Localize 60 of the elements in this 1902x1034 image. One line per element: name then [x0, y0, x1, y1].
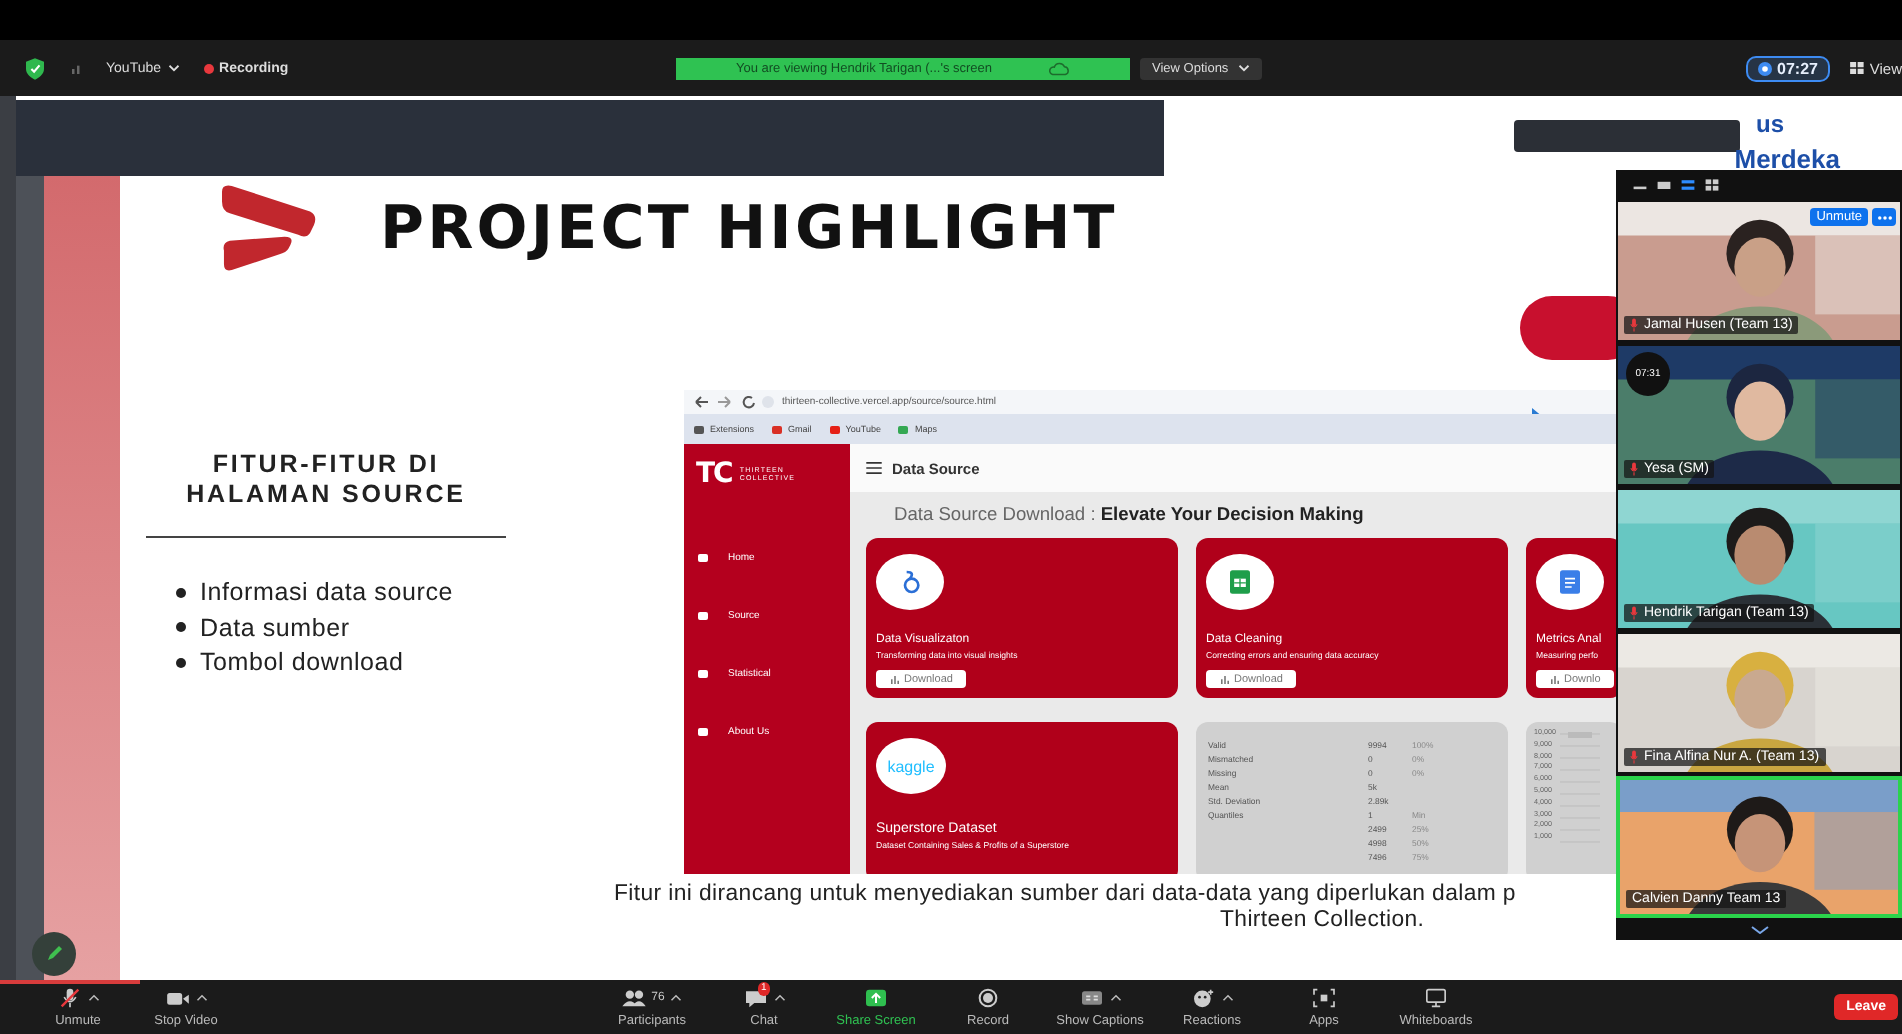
recording-icon	[203, 63, 214, 73]
bookmark-icon	[898, 425, 909, 433]
caret-icon	[1238, 64, 1251, 72]
download-icon	[890, 675, 900, 683]
caret-icon[interactable]	[1221, 994, 1233, 1002]
brand-logo: TC	[696, 458, 732, 490]
bullet-text: Tombol download	[200, 648, 404, 677]
chevron-down-icon[interactable]	[1749, 926, 1769, 934]
nav-icon	[698, 553, 708, 561]
bookmark-icon	[694, 425, 704, 433]
browser-nav-icon	[694, 394, 774, 410]
bullet-icon	[176, 622, 186, 633]
whiteboard-icon	[1424, 988, 1448, 1008]
page-heading: Data Source Download : Elevate Your Decision Making	[894, 504, 1366, 528]
kaggle-logo: kaggle	[887, 757, 935, 775]
nav-icon	[698, 669, 708, 677]
grid-layout-icon[interactable]	[1704, 178, 1720, 192]
more-button[interactable]	[1872, 208, 1896, 226]
apps-icon	[1312, 988, 1336, 1008]
caret-icon[interactable]	[773, 994, 785, 1002]
nav-icon	[698, 727, 708, 735]
bullet-icon	[176, 587, 186, 598]
chart-icon	[900, 570, 920, 594]
bullet-icon	[176, 657, 186, 668]
logo-text: Merdeka	[1734, 146, 1840, 174]
document-icon	[1560, 570, 1580, 594]
logo-text: us	[1755, 112, 1784, 136]
spreadsheet-icon	[1230, 570, 1250, 594]
captions-icon	[1079, 988, 1103, 1008]
bullet-text: Data sumber	[200, 613, 350, 642]
caret-icon	[167, 64, 180, 72]
bookmark-icon	[829, 425, 840, 433]
slide-caption: Fitur ini dirancang untuk menyediakan sumber dari data-data yang diperlukan dalam p	[614, 882, 1516, 908]
caret-icon[interactable]	[670, 994, 683, 1002]
bullet-text: Informasi data source	[200, 578, 453, 607]
download-icon	[1220, 675, 1230, 683]
slide-title: PROJECT HIGHLIGHT	[380, 193, 1118, 263]
pencil-icon	[44, 944, 64, 964]
people-icon	[621, 988, 646, 1008]
caret-icon[interactable]	[195, 994, 207, 1002]
strip-layout-icon[interactable]	[1680, 178, 1696, 192]
share-screen-icon	[864, 988, 888, 1008]
signal-icon	[72, 63, 82, 73]
record-icon	[976, 988, 1000, 1008]
caret-icon[interactable]	[1109, 994, 1121, 1002]
grid-icon	[1850, 62, 1864, 74]
cloud-icon	[1048, 61, 1071, 75]
timer-text: 07:27	[1777, 59, 1818, 77]
chat-icon	[743, 988, 767, 1008]
section-heading: FITUR-FITUR DI HALAMAN SOURCE	[184, 450, 468, 510]
video-camera-icon	[165, 988, 189, 1008]
caret-icon[interactable]	[87, 994, 99, 1002]
download-icon	[1550, 675, 1560, 683]
window-layout-icon[interactable]	[1656, 178, 1672, 192]
slide-caption: Thirteen Collection.	[1220, 908, 1425, 934]
menu-icon[interactable]	[866, 462, 882, 474]
smiley-icon	[1191, 988, 1215, 1008]
nav-icon	[698, 611, 708, 619]
bookmark-icon	[772, 425, 783, 433]
muted-mic-icon	[57, 988, 81, 1008]
